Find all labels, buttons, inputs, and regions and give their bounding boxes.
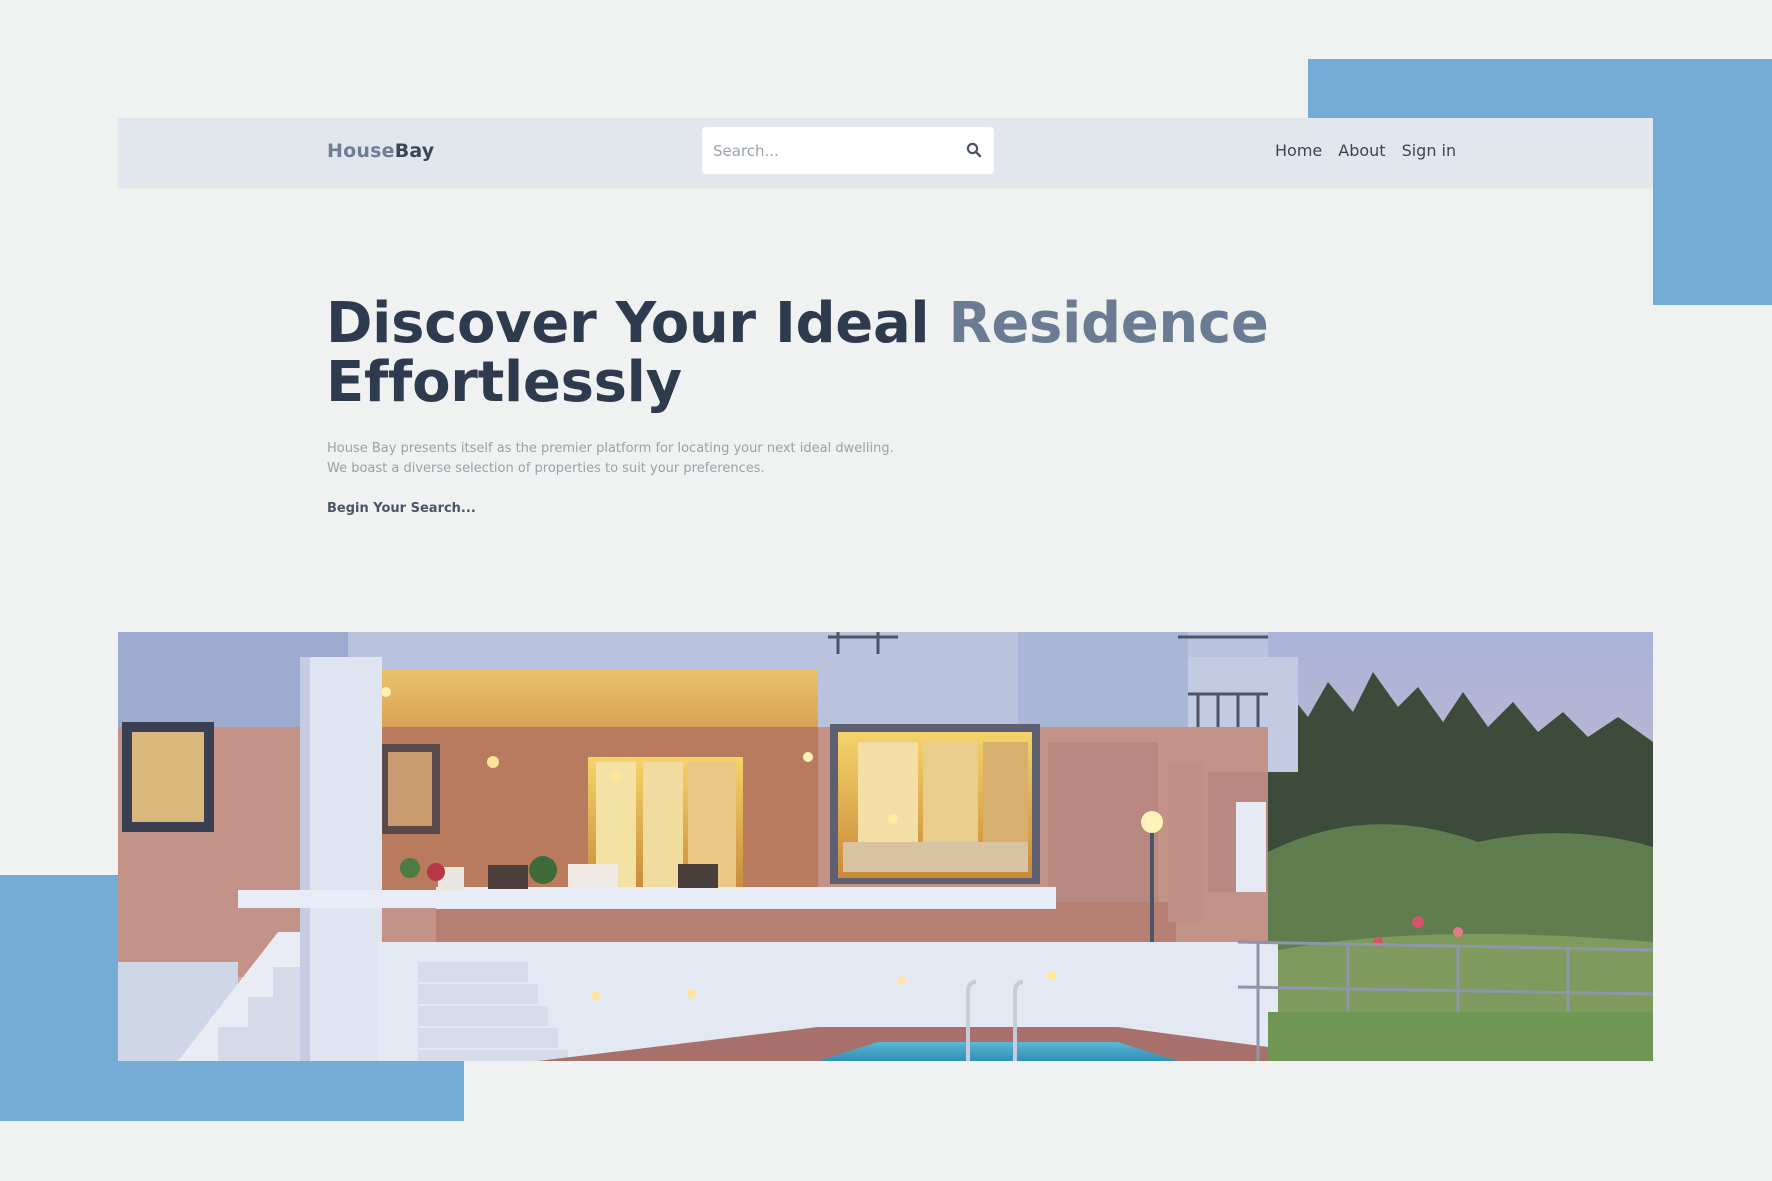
house-photo <box>118 632 1653 1061</box>
begin-search-link[interactable]: Begin Your Search... <box>327 501 476 516</box>
brand-logo-part1: House <box>327 140 395 162</box>
hero-title-accent: Residence <box>948 291 1269 356</box>
nav-links: Home About Sign in <box>1275 141 1456 160</box>
nav-sign-in-link[interactable]: Sign in <box>1402 141 1457 160</box>
search-input[interactable] <box>713 127 953 174</box>
navbar: HouseBay Home About Sign in <box>118 118 1653 186</box>
hero-title-line2: Effortlessly <box>326 350 682 415</box>
hero-description-line1: House Bay presents itself as the premier… <box>327 441 894 456</box>
hero-description-line2: We boast a diverse selection of properti… <box>327 461 765 476</box>
search-icon[interactable] <box>966 142 982 158</box>
nav-about-link[interactable]: About <box>1338 141 1385 160</box>
page-frame: HouseBay Home About Sign in Discover You… <box>118 118 1653 1061</box>
brand-logo[interactable]: HouseBay <box>327 140 434 162</box>
brand-logo-part2: Bay <box>394 140 435 162</box>
hero-title-dark: Discover Your Ideal <box>326 291 949 356</box>
hero-description: House Bay presents itself as the premier… <box>327 439 947 479</box>
nav-home-link[interactable]: Home <box>1275 141 1322 160</box>
hero-title: Discover Your Ideal Residence Effortless… <box>326 294 1326 412</box>
search-box <box>702 127 994 174</box>
